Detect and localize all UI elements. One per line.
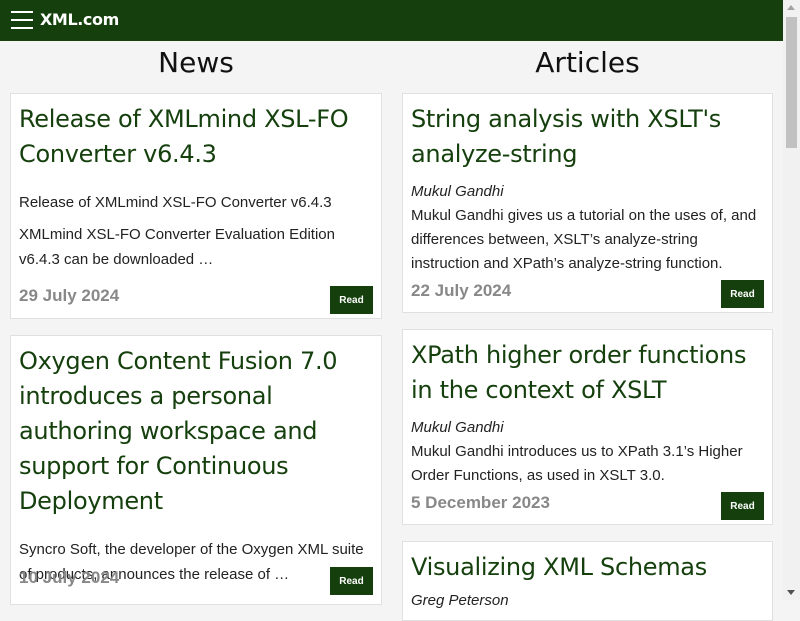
site-logo[interactable]: XML.com	[40, 10, 119, 29]
article-card-date: 5 December 2023	[411, 493, 550, 512]
news-card-subtitle: Release of XMLmind XSL-FO Converter v6.4…	[19, 194, 332, 211]
articles-column: Articles String analysis with XSLT's ana…	[402, 41, 773, 621]
news-heading: News	[158, 46, 234, 79]
news-card-date: 29 July 2024	[19, 286, 120, 305]
article-card-date: 22 July 2024	[411, 281, 512, 300]
news-card-title[interactable]: Release of XMLmind XSL-FO Converter v6.4…	[19, 102, 373, 172]
vertical-scrollbar[interactable]	[783, 0, 800, 600]
article-card-author: Mukul Gandhi	[411, 419, 504, 436]
news-card-title[interactable]: Oxygen Content Fusion 7.0 introduces a p…	[19, 344, 373, 519]
article-card-title[interactable]: String analysis with XSLT's analyze-stri…	[411, 102, 764, 172]
article-card-title[interactable]: XPath higher order functions in the cont…	[411, 338, 764, 408]
hamburger-menu-icon[interactable]	[11, 11, 33, 29]
read-button[interactable]: Read	[721, 280, 764, 308]
news-card: Release of XMLmind XSL-FO Converter v6.4…	[10, 93, 382, 319]
article-card-summary: Mukul Gandhi gives us a tutorial on the …	[411, 207, 757, 272]
news-card-summary: XMLmind XSL-FO Converter Evaluation Edit…	[19, 226, 335, 268]
article-card-author: Mukul Gandhi	[411, 183, 504, 200]
read-button[interactable]: Read	[330, 567, 373, 595]
article-card: String analysis with XSLT's analyze-stri…	[402, 93, 773, 313]
articles-heading: Articles	[535, 46, 640, 79]
top-nav-bar: XML.com	[0, 0, 783, 41]
read-button[interactable]: Read	[721, 492, 764, 520]
news-column: News Release of XMLmind XSL-FO Converter…	[10, 41, 382, 605]
article-card-author: Greg Peterson	[411, 592, 509, 609]
news-card: Oxygen Content Fusion 7.0 introduces a p…	[10, 335, 382, 605]
article-card: Visualizing XML Schemas Greg Peterson	[402, 541, 773, 621]
read-button[interactable]: Read	[330, 286, 373, 314]
scroll-thumb[interactable]	[786, 17, 797, 148]
article-card-title[interactable]: Visualizing XML Schemas	[411, 550, 764, 585]
article-card-summary: Mukul Gandhi introduces us to XPath 3.1’…	[411, 443, 743, 484]
scroll-down-arrow-icon[interactable]	[787, 590, 795, 595]
article-card: XPath higher order functions in the cont…	[402, 329, 773, 525]
news-card-date: 10 July 2024	[19, 568, 120, 587]
scroll-up-arrow-icon[interactable]	[787, 5, 795, 10]
